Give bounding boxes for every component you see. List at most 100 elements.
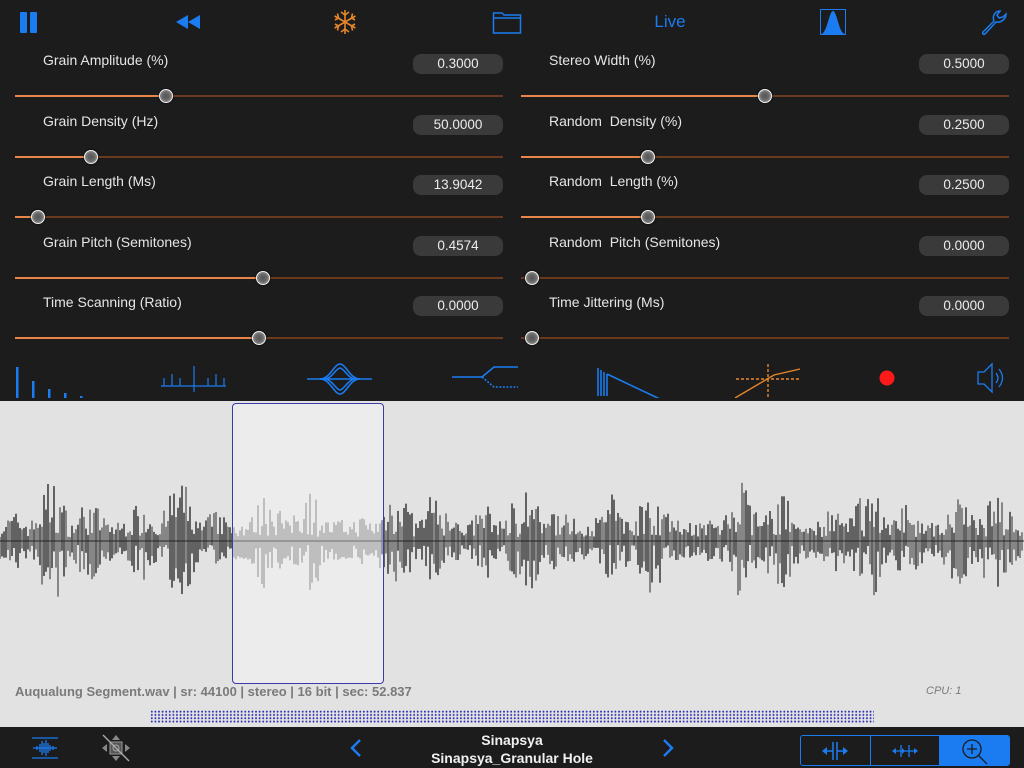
grain-spectrum-module-button[interactable]	[160, 358, 228, 398]
speaker-button[interactable]	[976, 358, 1010, 398]
envelope-shape-icon	[820, 9, 846, 35]
slider-track	[521, 337, 1009, 339]
rewind-button[interactable]	[174, 6, 204, 38]
param-grain-pitch: Grain Pitch (Semitones) 0.4574	[15, 226, 503, 286]
grain-amplitude-module-button[interactable]	[14, 358, 86, 401]
selection-window[interactable]	[232, 403, 384, 684]
left-parameter-panel: Grain Amplitude (%) 0.3000 Grain Density…	[15, 44, 503, 350]
param-label: Grain Length (Ms)	[43, 173, 156, 189]
waveform-scroll-bar[interactable]	[150, 710, 874, 723]
chevron-right-icon	[663, 739, 674, 757]
rewind-icon	[176, 15, 200, 29]
slider-thumb[interactable]	[30, 210, 45, 224]
slider-fill	[15, 277, 263, 279]
slider-fill	[15, 156, 91, 158]
stretch-selection-segment[interactable]	[801, 736, 871, 765]
pause-button[interactable]	[18, 6, 40, 38]
top-toolbar: Live	[0, 0, 1024, 44]
grain-length-slider[interactable]	[15, 209, 503, 225]
zoom-segment[interactable]	[940, 736, 1009, 765]
slider-thumb[interactable]	[83, 150, 98, 164]
random-pitch-slider[interactable]	[521, 270, 1009, 286]
waveform-view[interactable]: Auqualung Segment.wav | sr: 44100 | ster…	[0, 401, 1024, 727]
slider-thumb[interactable]	[640, 210, 655, 224]
folder-icon	[492, 12, 522, 34]
open-folder-button[interactable]	[492, 6, 522, 38]
stereo-width-slider[interactable]	[521, 88, 1009, 104]
param-value-field[interactable]: 50.0000	[413, 115, 503, 135]
time-scanning-slider[interactable]	[15, 330, 503, 346]
param-label: Time Jittering (Ms)	[549, 294, 665, 310]
param-time-scanning: Time Scanning (Ratio) 0.0000	[15, 286, 503, 346]
settings-button[interactable]	[978, 6, 1010, 38]
param-value-field[interactable]: 0.3000	[413, 54, 503, 74]
param-label: Grain Amplitude (%)	[43, 52, 169, 68]
param-label: Grain Density (Hz)	[43, 113, 159, 129]
slider-fill	[521, 156, 648, 158]
grain-pitch-slider[interactable]	[15, 270, 503, 286]
param-random-pitch: Random Pitch (Semitones) 0.0000	[521, 226, 1009, 286]
param-value-field[interactable]: 13.9042	[413, 175, 503, 195]
slider-fill	[15, 337, 259, 339]
slider-thumb[interactable]	[640, 150, 655, 164]
motion-control-disabled-icon	[102, 734, 130, 762]
chevron-left-icon	[350, 739, 361, 757]
slider-thumb[interactable]	[159, 89, 174, 103]
slider-thumb[interactable]	[525, 331, 539, 345]
param-value-field[interactable]: 0.2500	[919, 175, 1009, 195]
preset-bank-label: Sinapsya	[481, 732, 543, 748]
zoom-in-icon	[962, 738, 988, 764]
waveform-toggle-button[interactable]	[30, 735, 60, 766]
motion-disabled-button[interactable]	[100, 733, 132, 768]
random-density-slider[interactable]	[521, 149, 1009, 165]
param-grain-density: Grain Density (Hz) 50.0000	[15, 105, 503, 165]
speaker-icon	[977, 362, 1004, 394]
envelope-shape-button[interactable]	[819, 6, 847, 38]
move-selection-segment[interactable]	[871, 736, 941, 765]
slider-thumb[interactable]	[525, 271, 539, 285]
next-preset-button[interactable]	[660, 737, 676, 764]
param-value-field[interactable]: 0.4574	[413, 236, 503, 256]
slider-thumb[interactable]	[255, 271, 270, 285]
decay-module-button[interactable]	[596, 358, 666, 401]
slider-thumb[interactable]	[758, 89, 772, 103]
grain-envelope-icon	[307, 363, 372, 395]
record-button[interactable]	[876, 358, 898, 398]
wrench-icon	[982, 10, 1007, 36]
grain-amplitude-bars-icon	[16, 367, 83, 401]
decay-ramp-icon	[597, 368, 663, 401]
waveform-mini-icon	[32, 737, 58, 759]
grain-density-slider[interactable]	[15, 149, 503, 165]
stretch-selection-icon	[822, 741, 849, 760]
param-value-field[interactable]: 0.0000	[413, 296, 503, 316]
random-length-slider[interactable]	[521, 209, 1009, 225]
live-button[interactable]: Live	[650, 6, 690, 38]
param-value-field[interactable]: 0.2500	[919, 115, 1009, 135]
stereo-split-module-button[interactable]	[450, 358, 520, 398]
param-value-field[interactable]: 0.5000	[919, 54, 1009, 74]
grain-envelope-module-button[interactable]	[306, 358, 374, 398]
freeze-button[interactable]	[330, 6, 360, 38]
param-label: Time Scanning (Ratio)	[43, 294, 182, 310]
param-label: Random Density (%)	[549, 113, 683, 129]
compressor-module-button[interactable]	[734, 358, 802, 399]
param-value-field[interactable]: 0.0000	[919, 236, 1009, 256]
slider-thumb[interactable]	[252, 331, 266, 345]
right-parameter-panel: Stereo Width (%) 0.5000 Random Density (…	[521, 44, 1009, 350]
slider-fill	[521, 95, 765, 97]
slider-fill	[15, 95, 167, 97]
time-jittering-slider[interactable]	[521, 330, 1009, 346]
cpu-label: CPU: 1	[926, 685, 962, 697]
slider-track	[521, 277, 1009, 279]
param-stereo-width: Stereo Width (%) 0.5000	[521, 44, 1009, 104]
param-value-field[interactable]: 0.0000	[919, 296, 1009, 316]
file-info-label: Auqualung Segment.wav | sr: 44100 | ster…	[15, 684, 412, 699]
pause-icon	[20, 12, 37, 33]
move-selection-icon	[892, 744, 918, 757]
module-icon-bar	[0, 352, 1024, 401]
previous-preset-button[interactable]	[348, 737, 364, 764]
preset-title[interactable]: Sinapsya Sinapsya_Granular Hole	[412, 731, 612, 767]
grain-amplitude-slider[interactable]	[15, 88, 503, 104]
param-label: Random Length (%)	[549, 173, 679, 189]
record-icon	[879, 370, 895, 386]
